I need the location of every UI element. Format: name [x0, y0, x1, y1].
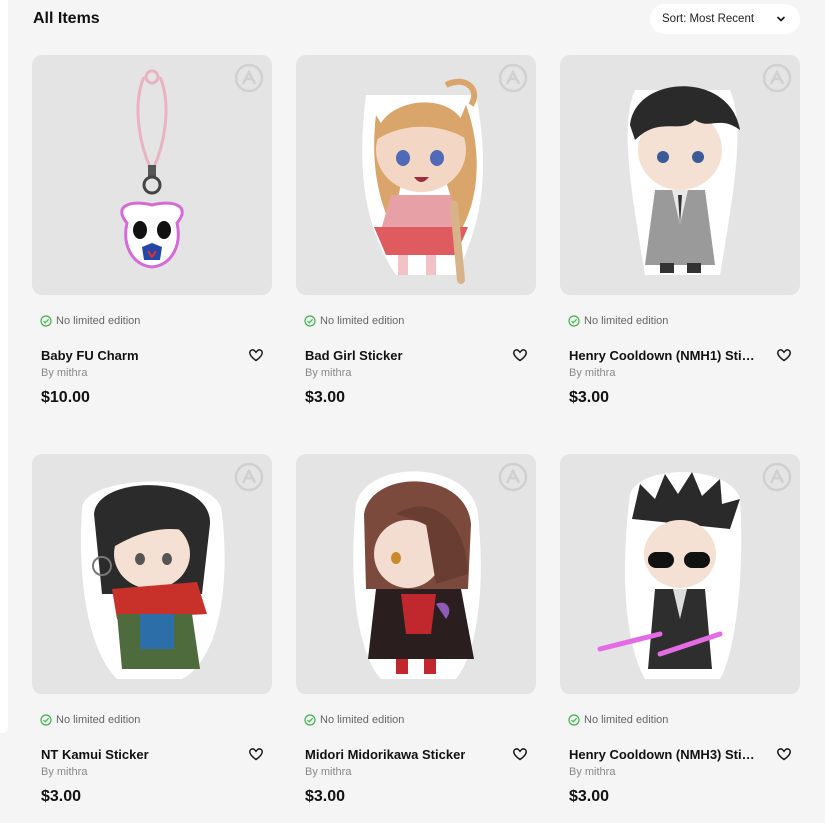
- edition-status: No limited edition: [304, 314, 536, 328]
- product-card[interactable]: No limited edition Midori Midorikawa Sti…: [296, 454, 536, 823]
- item-author[interactable]: By mithra: [41, 367, 272, 379]
- heart-icon[interactable]: [512, 347, 528, 363]
- item-price: $3.00: [305, 389, 346, 406]
- items-grid: No limited edition Baby FU Charm By mith…: [32, 55, 800, 823]
- item-title[interactable]: Henry Cooldown (NMH3) Sticker: [569, 747, 759, 762]
- edition-label: No limited edition: [56, 315, 141, 327]
- item-author[interactable]: By mithra: [569, 766, 800, 778]
- product-card[interactable]: No limited edition Baby FU Charm By mith…: [32, 55, 272, 433]
- sidebar-edge: [0, 0, 8, 733]
- edition-status: No limited edition: [568, 314, 800, 328]
- sort-dropdown[interactable]: Sort: Most Recent: [650, 4, 800, 34]
- watermark-icon: [234, 63, 264, 93]
- watermark-icon: [762, 462, 792, 492]
- check-circle-icon: [304, 315, 316, 327]
- edition-status: No limited edition: [568, 713, 800, 727]
- item-author[interactable]: By mithra: [569, 367, 800, 379]
- edition-status: No limited edition: [304, 713, 536, 727]
- item-price: $3.00: [569, 389, 610, 406]
- item-price: $3.00: [41, 788, 82, 805]
- page-header: All Items Sort: Most Recent: [33, 4, 800, 34]
- product-thumbnail[interactable]: [296, 55, 536, 295]
- item-title[interactable]: Bad Girl Sticker: [305, 348, 403, 363]
- product-thumbnail[interactable]: [32, 55, 272, 295]
- sort-label: Sort: Most Recent: [662, 13, 755, 25]
- item-title[interactable]: Baby FU Charm: [41, 348, 139, 363]
- item-author[interactable]: By mithra: [305, 766, 536, 778]
- heart-icon[interactable]: [776, 347, 792, 363]
- page-title: All Items: [33, 10, 100, 27]
- check-circle-icon: [40, 714, 52, 726]
- edition-label: No limited edition: [320, 315, 405, 327]
- item-title[interactable]: Midori Midorikawa Sticker: [305, 747, 465, 762]
- item-author[interactable]: By mithra: [41, 766, 272, 778]
- product-card[interactable]: No limited edition Henry Cooldown (NMH3)…: [560, 454, 800, 823]
- item-title[interactable]: Henry Cooldown (NMH1) Sticker: [569, 348, 759, 363]
- item-price: $10.00: [41, 389, 90, 406]
- watermark-icon: [498, 462, 528, 492]
- product-thumbnail[interactable]: [560, 454, 800, 694]
- watermark-icon: [234, 462, 264, 492]
- product-thumbnail[interactable]: [32, 454, 272, 694]
- product-card[interactable]: No limited edition NT Kamui Sticker By m…: [32, 454, 272, 823]
- edition-label: No limited edition: [584, 315, 669, 327]
- check-circle-icon: [568, 315, 580, 327]
- item-price: $3.00: [569, 788, 610, 805]
- check-circle-icon: [568, 714, 580, 726]
- product-card[interactable]: No limited edition Henry Cooldown (NMH1)…: [560, 55, 800, 433]
- watermark-icon: [762, 63, 792, 93]
- heart-icon[interactable]: [776, 746, 792, 762]
- edition-status: No limited edition: [40, 314, 272, 328]
- product-thumbnail[interactable]: [296, 454, 536, 694]
- edition-label: No limited edition: [584, 714, 669, 726]
- edition-label: No limited edition: [56, 714, 141, 726]
- chevron-down-icon: [777, 16, 785, 22]
- watermark-icon: [498, 63, 528, 93]
- edition-label: No limited edition: [320, 714, 405, 726]
- edition-status: No limited edition: [40, 713, 272, 727]
- heart-icon[interactable]: [248, 746, 264, 762]
- heart-icon[interactable]: [512, 746, 528, 762]
- heart-icon[interactable]: [248, 347, 264, 363]
- item-price: $3.00: [305, 788, 346, 805]
- check-circle-icon: [304, 714, 316, 726]
- product-thumbnail[interactable]: [560, 55, 800, 295]
- product-card[interactable]: No limited edition Bad Girl Sticker By m…: [296, 55, 536, 433]
- item-author[interactable]: By mithra: [305, 367, 536, 379]
- check-circle-icon: [40, 315, 52, 327]
- item-title[interactable]: NT Kamui Sticker: [41, 747, 149, 762]
